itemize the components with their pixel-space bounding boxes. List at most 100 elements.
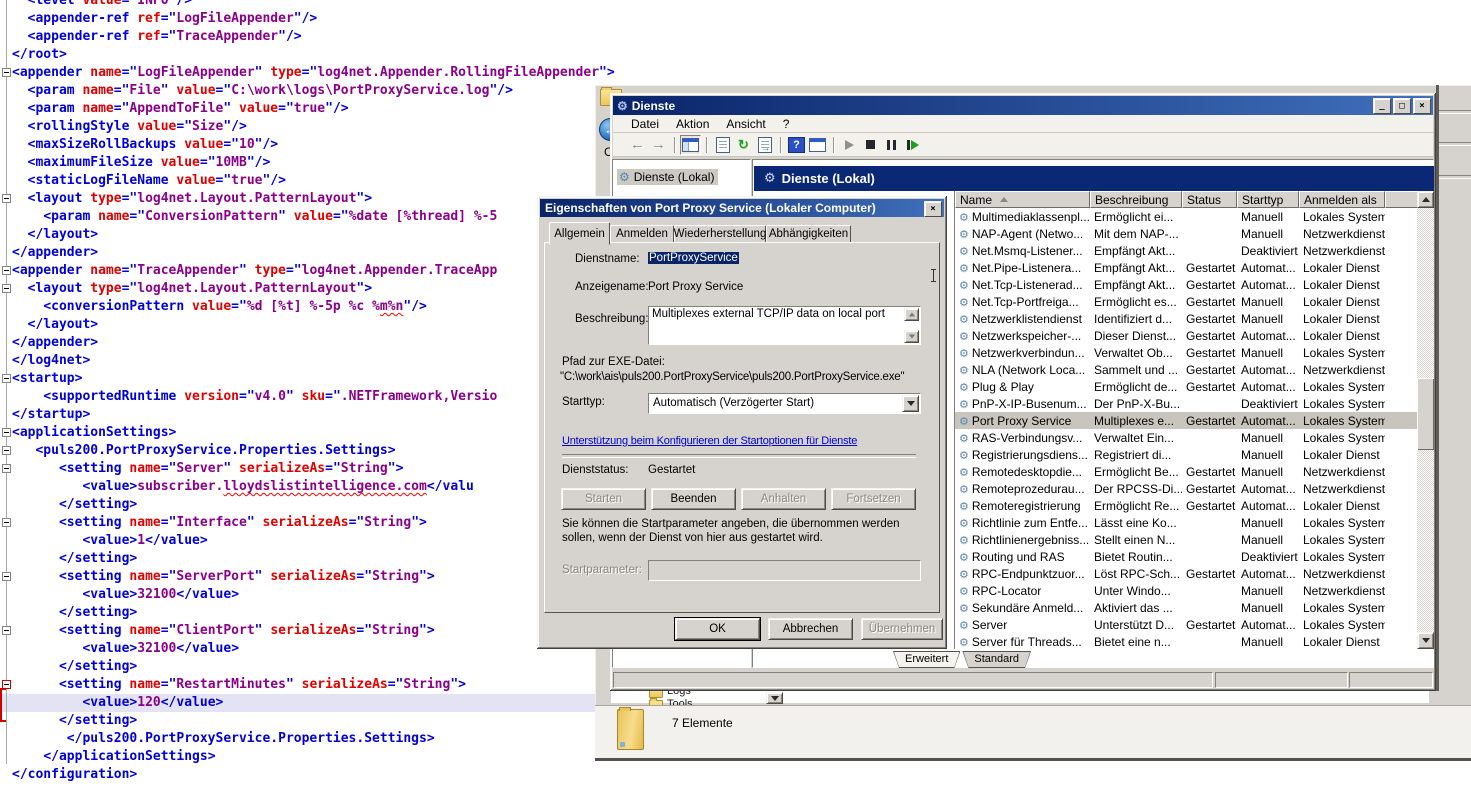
service-row[interactable]: ⚙Net.Tcp-Portfreiga...Ermöglicht es...Ge… [955, 293, 1418, 310]
forward-icon[interactable]: → [648, 135, 669, 155]
view-tabs[interactable]: ErweitertStandard [893, 651, 1031, 668]
fold-collapse-icon[interactable] [2, 284, 11, 293]
startparameter-input[interactable] [648, 560, 921, 581]
minimize-button[interactable]: _ [1373, 98, 1391, 114]
view-tab-standard[interactable]: Standard [962, 651, 1031, 668]
stop-service-icon[interactable] [860, 135, 881, 155]
service-row[interactable]: ⚙Plug & PlayErmöglicht de...GestartetAut… [955, 378, 1418, 395]
scroll-up-button[interactable] [1417, 191, 1434, 208]
menu-item-datei[interactable]: Datei [631, 117, 659, 131]
code-line[interactable]: <level value="INFO"/> [12, 0, 1471, 10]
service-row[interactable]: ⚙Richtlinie zum Entfe...Lässt eine Ko...… [955, 514, 1418, 531]
service-row[interactable]: ⚙Remotedesktopdie...Ermöglicht Be...Gest… [955, 463, 1418, 480]
fold-collapse-icon[interactable] [2, 518, 11, 527]
extended-view-icon[interactable] [807, 135, 828, 155]
scrollbar-thumb[interactable] [1417, 378, 1434, 450]
help-icon[interactable]: ? [786, 135, 807, 155]
service-row[interactable]: ⚙RemoteregistrierungErmöglicht Re...Gest… [955, 497, 1418, 514]
service-row[interactable]: ⚙Netzwerkspeicher-...Dieser Dienst...Ges… [955, 327, 1418, 344]
service-row[interactable]: ⚙RPC-LocatorUnter Windo...ManuellNetzwer… [955, 582, 1418, 599]
service-row[interactable]: ⚙Registrierungsdiens...Registriert di...… [955, 446, 1418, 463]
description-field[interactable]: Multiplexes external TCP/IP data on loca… [648, 306, 921, 345]
dropdown-button[interactable] [766, 692, 783, 704]
apply-button[interactable]: Übernehmen [861, 618, 943, 640]
tab-abhängigkeiten[interactable]: Abhängigkeiten [766, 225, 851, 243]
service-row[interactable]: ⚙Multimediaklassenpl...Ermöglicht ei...M… [955, 208, 1418, 225]
ok-button[interactable]: OK [675, 618, 760, 640]
starten-button[interactable]: Starten [561, 488, 646, 510]
services-list[interactable]: NameBeschreibungStatusStarttypAnmelden a… [954, 191, 1434, 649]
vertical-scrollbar[interactable] [1417, 191, 1434, 649]
refresh-icon[interactable]: ↻ [733, 135, 754, 155]
tab-anmelden[interactable]: Anmelden [610, 225, 674, 243]
service-row[interactable]: ⚙RPC-Endpunktzuor...Löst RPC-Sch...Gesta… [955, 565, 1418, 582]
service-row[interactable]: ⚙Richtlinienergebniss...Stellt einen N..… [955, 531, 1418, 548]
maximize-button[interactable]: □ [1393, 98, 1411, 114]
service-row[interactable]: ⚙PnP-X-IP-Busenum...Der PnP-X-Bu...Deakt… [955, 395, 1418, 412]
service-name-value[interactable]: PortProxyService [648, 252, 739, 264]
code-line[interactable]: </configuration> [12, 766, 1471, 784]
code-line[interactable]: </root> [12, 46, 1471, 64]
scroll-down-button[interactable] [1417, 632, 1434, 649]
fold-collapse-icon[interactable] [2, 374, 11, 383]
fold-collapse-icon[interactable] [2, 266, 11, 275]
fold-collapse-icon[interactable] [2, 68, 11, 77]
close-button[interactable]: × [924, 201, 942, 217]
fortsetzen-button[interactable]: Fortsetzen [831, 488, 916, 510]
restart-service-icon[interactable] [902, 135, 923, 155]
service-row[interactable]: ⚙Routing und RASBietet Routin...Deaktivi… [955, 548, 1418, 565]
tab-allgemein[interactable]: Allgemein [549, 222, 610, 245]
scroll-down-button[interactable] [904, 330, 919, 343]
properties-icon[interactable] [712, 135, 733, 155]
column-header-name[interactable]: Name [955, 191, 1090, 208]
back-icon[interactable]: ← [627, 135, 648, 155]
service-row[interactable]: ⚙Server für Threads...Bietet eine n...Ma… [955, 633, 1418, 649]
cancel-button[interactable]: Abbrechen [768, 618, 853, 640]
fold-collapse-icon[interactable] [2, 194, 11, 203]
service-row[interactable]: ⚙Port Proxy ServiceMultiplexes e...Gesta… [955, 412, 1418, 429]
fold-collapse-icon[interactable] [2, 428, 11, 437]
service-row[interactable]: ⚙Sekundäre Anmeld...Aktiviert das ...Man… [955, 599, 1418, 616]
column-header-starttyp[interactable]: Starttyp [1237, 191, 1299, 208]
startoptions-help-link[interactable]: Unterstützung beim Konfigurieren der Sta… [562, 435, 857, 447]
dialog-titlebar[interactable]: Eigenschaften von Port Proxy Service (Lo… [540, 199, 944, 217]
start-service-icon[interactable] [839, 135, 860, 155]
service-row[interactable]: ⚙Net.Msmq-Listener...Empfängt Akt...Deak… [955, 242, 1418, 259]
view-tab-erweitert[interactable]: Erweitert [893, 651, 960, 668]
service-row[interactable]: ⚙Net.Pipe-Listenera...Empfängt Akt...Ges… [955, 259, 1418, 276]
fold-collapse-icon[interactable] [2, 626, 11, 635]
close-button[interactable]: × [1413, 98, 1431, 114]
console-tree-icon[interactable] [680, 135, 701, 155]
service-row[interactable]: ⚙Net.Tcp-Listenerad...Empfängt Akt...Ges… [955, 276, 1418, 293]
services-titlebar[interactable]: ⚙ Dienste _□× [613, 96, 1433, 115]
export-list-icon[interactable]: → [754, 135, 775, 155]
code-line[interactable]: <appender-ref ref="TraceAppender"/> [12, 28, 1471, 46]
menu-item-aktion[interactable]: Aktion [676, 117, 709, 131]
tab-wiederherstellung[interactable]: Wiederherstellung [674, 225, 766, 243]
service-row[interactable]: ⚙Netzwerkverbindun...Verwaltet Ob...Gest… [955, 344, 1418, 361]
service-row[interactable]: ⚙RAS-Verbindungsv...Verwaltet Ein...Manu… [955, 429, 1418, 446]
fold-collapse-icon[interactable] [2, 446, 11, 455]
scroll-up-button[interactable] [904, 308, 919, 321]
menu-item-ansicht[interactable]: Ansicht [726, 117, 765, 131]
tree-item-dienste-lokal[interactable]: ⚙ Dienste (Lokal) [617, 169, 718, 185]
code-line[interactable]: <appender-ref ref="LogFileAppender"/> [12, 10, 1471, 28]
column-header-anmeldenals[interactable]: Anmelden als [1299, 191, 1385, 208]
fold-collapse-icon[interactable] [2, 572, 11, 581]
properties-dialog[interactable]: Eigenschaften von Port Proxy Service (Lo… [537, 196, 947, 649]
menu-item-[interactable]: ? [783, 117, 790, 131]
pause-service-icon[interactable] [881, 135, 902, 155]
column-header-beschreibung[interactable]: Beschreibung [1090, 191, 1182, 208]
service-row[interactable]: ⚙ServerUnterstützt D...GestartetAutomat.… [955, 616, 1418, 633]
dropdown-button[interactable] [902, 395, 919, 412]
service-row[interactable]: ⚙NLA (Network Loca...Sammelt und ...Gest… [955, 361, 1418, 378]
service-row[interactable]: ⚙Remoteprozedurau...Der RPCSS-Di...Gesta… [955, 480, 1418, 497]
column-header-status[interactable]: Status [1182, 191, 1237, 208]
fold-collapse-icon[interactable] [2, 464, 11, 473]
beenden-button[interactable]: Beenden [651, 488, 736, 510]
service-row[interactable]: ⚙NetzwerklistendienstIdentifiziert d...G… [955, 310, 1418, 327]
menu-bar[interactable]: Datei Aktion Ansicht? [613, 115, 1433, 133]
starttype-dropdown[interactable]: Automatisch (Verzögerter Start) [648, 393, 921, 414]
code-line[interactable]: <appender name="LogFileAppender" type="l… [12, 64, 1471, 82]
service-row[interactable]: ⚙NAP-Agent (Netwo...Mit dem NAP-...Manue… [955, 225, 1418, 242]
